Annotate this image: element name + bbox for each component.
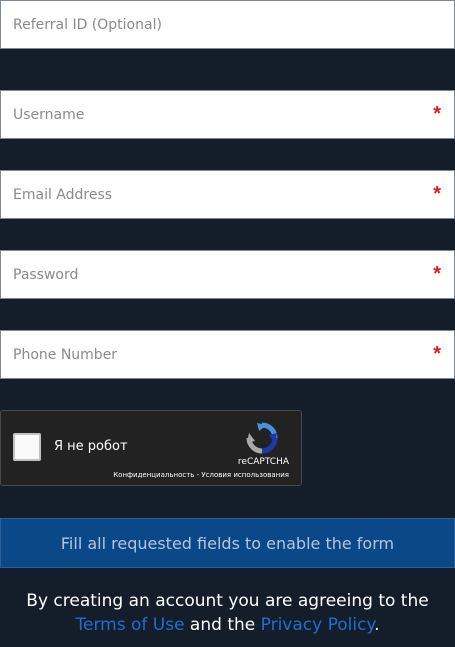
terms-middle: and the	[184, 615, 261, 635]
phone-number-field[interactable]: *	[0, 330, 455, 379]
email-input[interactable]	[1, 171, 454, 218]
username-input[interactable]	[1, 91, 454, 138]
required-asterisk: *	[433, 343, 441, 365]
password-input[interactable]	[1, 251, 454, 298]
referral-id-input[interactable]	[1, 1, 454, 48]
username-field[interactable]: *	[0, 90, 455, 139]
referral-id-field[interactable]	[0, 0, 455, 49]
required-asterisk: *	[433, 103, 441, 125]
terms-notice: By creating an account you are agreeing …	[0, 589, 455, 637]
recaptcha-brand: reCAPTCHA	[237, 457, 289, 467]
phone-number-input[interactable]	[1, 331, 454, 378]
recaptcha-links: Конфиденциальность - Условия использован…	[113, 471, 289, 479]
recaptcha-checkbox[interactable]	[13, 433, 41, 461]
required-asterisk: *	[433, 183, 441, 205]
recaptcha-label: Я не робот	[54, 439, 128, 454]
submit-button[interactable]: Fill all requested fields to enable the …	[0, 518, 455, 568]
registration-page: * * * * Я не робот reCAPTCHA Конфиденциа…	[0, 0, 455, 647]
recaptcha-privacy-link[interactable]: Конфиденциальность	[113, 471, 194, 479]
recaptcha-logo-icon	[246, 422, 278, 454]
terms-of-use-link[interactable]: Terms of Use	[76, 615, 185, 635]
privacy-policy-link[interactable]: Privacy Policy	[261, 615, 374, 635]
terms-suffix: .	[374, 615, 380, 635]
required-asterisk: *	[433, 263, 441, 285]
password-field[interactable]: *	[0, 250, 455, 299]
email-field[interactable]: *	[0, 170, 455, 219]
recaptcha-widget: Я не робот reCAPTCHA Конфиденциальность …	[0, 410, 302, 486]
recaptcha-terms-link[interactable]: Условия использования	[201, 471, 289, 479]
terms-prefix: By creating an account you are agreeing …	[26, 591, 429, 611]
